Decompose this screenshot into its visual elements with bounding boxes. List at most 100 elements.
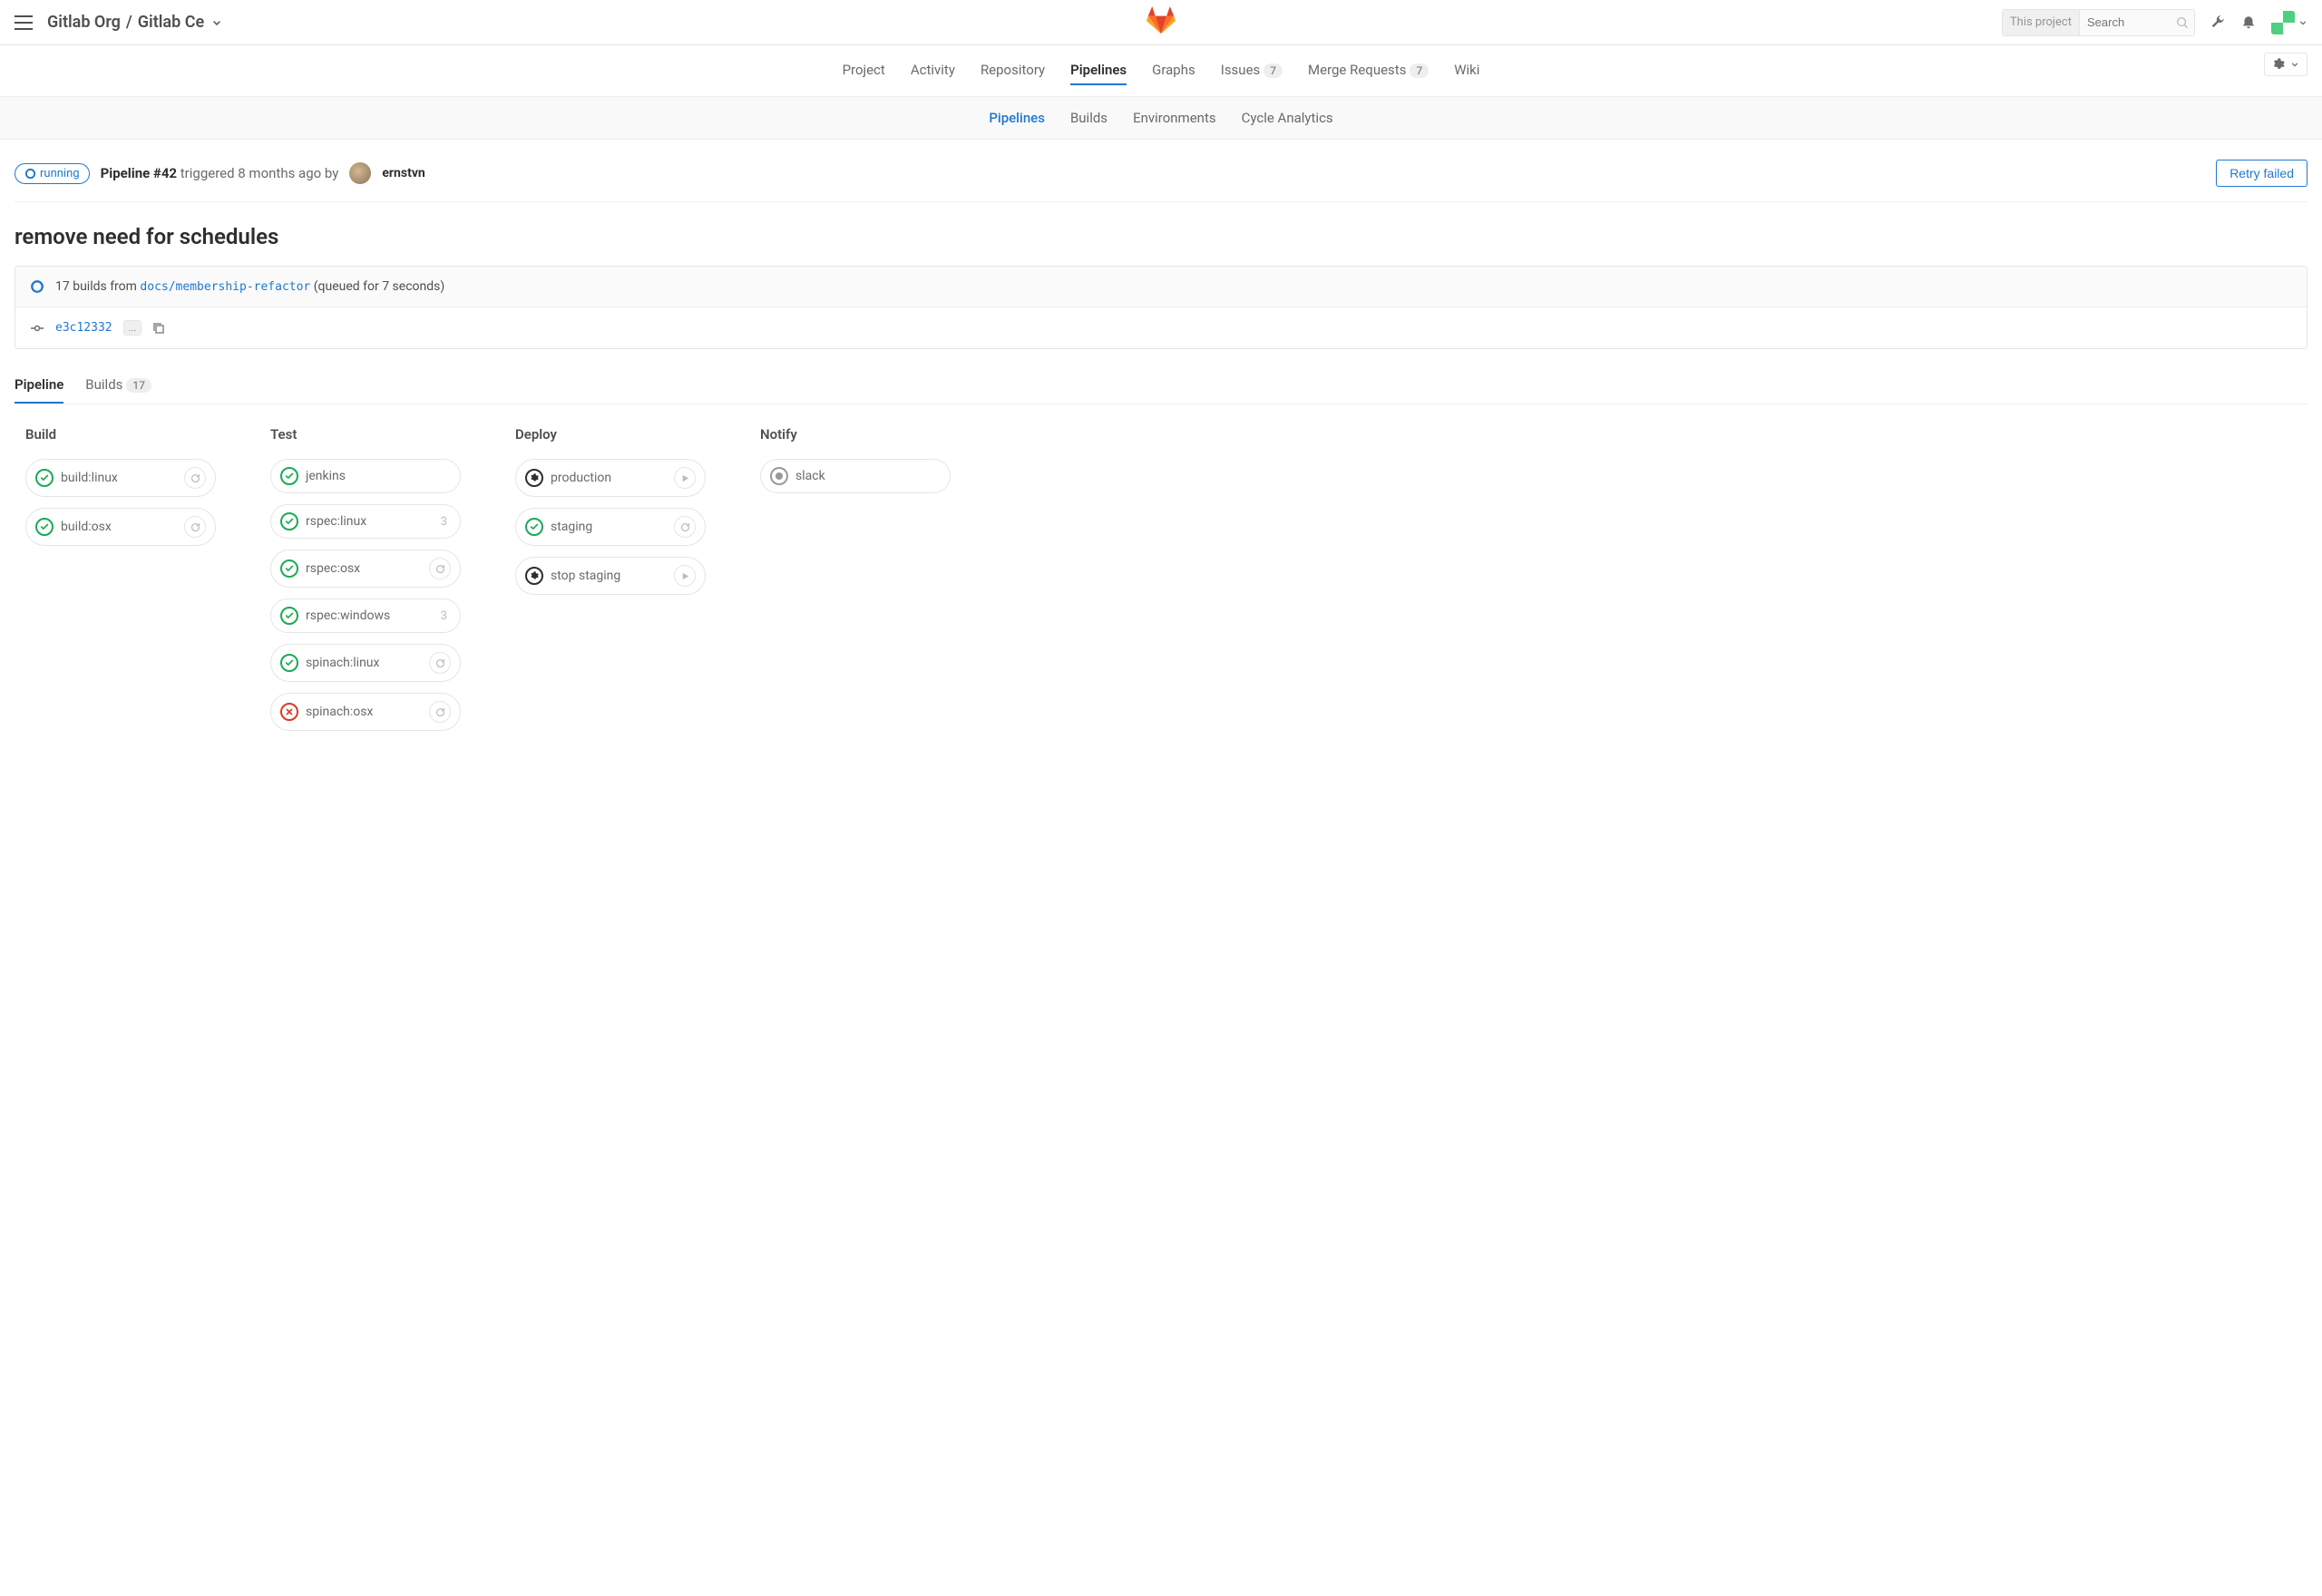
job-name: spinach:linux: [306, 656, 422, 670]
pipeline-job[interactable]: stop staging: [515, 557, 706, 595]
retry-job-button[interactable]: [429, 558, 451, 579]
pipeline-job[interactable]: rspec:windows 3: [270, 598, 461, 633]
play-job-button[interactable]: [674, 565, 696, 587]
job-name: staging: [551, 520, 667, 534]
user-menu[interactable]: [2271, 11, 2307, 34]
triggerer-name[interactable]: ernstvn: [382, 166, 424, 180]
ellipsis-badge[interactable]: ...: [123, 320, 142, 336]
nav-project[interactable]: Project: [843, 56, 885, 85]
nav-repository[interactable]: Repository: [981, 56, 1045, 85]
search-box[interactable]: This project: [2002, 9, 2195, 36]
issues-count-badge: 7: [1263, 63, 1283, 78]
nav-wiki[interactable]: Wiki: [1454, 56, 1479, 85]
subnav-builds[interactable]: Builds: [1070, 110, 1107, 126]
gitlab-logo[interactable]: [1146, 6, 1176, 39]
pipeline-job[interactable]: staging: [515, 508, 706, 546]
pipeline-job[interactable]: jenkins: [270, 459, 461, 493]
manual-status-icon: [525, 567, 543, 585]
breadcrumb-org: Gitlab Org: [47, 13, 121, 32]
pipeline-view-tabs: Pipeline Builds17: [15, 367, 2307, 404]
tab-pipeline[interactable]: Pipeline: [15, 367, 63, 404]
tab-builds[interactable]: Builds17: [85, 367, 151, 404]
search-icon: [2176, 16, 2189, 29]
breadcrumb-project: Gitlab Ce: [138, 13, 204, 32]
project-settings-dropdown[interactable]: [2264, 53, 2307, 76]
success-status-icon: [35, 518, 54, 536]
success-status-icon: [280, 467, 298, 485]
notifications-bell-icon[interactable]: [2240, 15, 2257, 31]
retry-job-button[interactable]: [184, 516, 206, 538]
nav-graphs[interactable]: Graphs: [1152, 56, 1195, 85]
builds-count-badge: 17: [126, 378, 151, 393]
success-status-icon: [280, 654, 298, 672]
breadcrumb[interactable]: Gitlab Org / Gitlab Ce: [47, 13, 222, 32]
job-name: rspec:linux: [306, 514, 434, 529]
stage-column: Test jenkins rspec:linux 3 rspec:osx rspec:wi…: [270, 426, 461, 742]
pipeline-graph: Build build:linux build:osx Test jenkins rspe…: [15, 404, 2307, 764]
project-nav: Project Activity Repository Pipelines Gr…: [0, 45, 2322, 96]
retry-job-button[interactable]: [184, 467, 206, 489]
topbar: Gitlab Org / Gitlab Ce This project: [0, 0, 2322, 45]
stage-name: Deploy: [515, 426, 706, 443]
admin-wrench-icon[interactable]: [2210, 15, 2226, 31]
search-input[interactable]: [2080, 15, 2171, 29]
success-status-icon: [35, 469, 54, 487]
retry-job-button[interactable]: [429, 652, 451, 674]
pipeline-info-box: 17 builds from docs/membership-refactor …: [15, 266, 2307, 349]
job-group-count: 3: [441, 609, 447, 623]
chevron-down-icon: [2290, 60, 2299, 69]
job-name: jenkins: [306, 469, 451, 483]
skipped-status-icon: [770, 467, 788, 485]
job-name: spinach:osx: [306, 705, 422, 719]
pipeline-job[interactable]: rspec:linux 3: [270, 504, 461, 539]
nav-issues[interactable]: Issues7: [1221, 56, 1283, 85]
pipeline-header: running Pipeline #42 triggered 8 months …: [15, 154, 2307, 202]
pipeline-job[interactable]: slack: [760, 459, 951, 493]
pipeline-job[interactable]: build:linux: [25, 459, 216, 497]
job-group-count: 3: [441, 515, 447, 529]
pipeline-job[interactable]: build:osx: [25, 508, 216, 546]
hamburger-icon[interactable]: [15, 15, 33, 30]
chevron-down-icon: [211, 17, 222, 28]
play-job-button[interactable]: [674, 467, 696, 489]
stage-column: Build build:linux build:osx: [25, 426, 216, 557]
copy-icon[interactable]: [152, 322, 165, 335]
pipeline-status-badge: running: [15, 163, 90, 184]
triggerer-avatar[interactable]: [349, 162, 371, 184]
stage-name: Test: [270, 426, 461, 443]
success-status-icon: [280, 560, 298, 578]
pipeline-job[interactable]: production: [515, 459, 706, 497]
pipelines-subnav: Pipelines Builds Environments Cycle Anal…: [0, 96, 2322, 140]
pipeline-job[interactable]: spinach:osx: [270, 693, 461, 731]
subnav-environments[interactable]: Environments: [1133, 110, 1216, 126]
success-status-icon: [525, 518, 543, 536]
job-name: stop staging: [551, 569, 667, 583]
nav-pipelines[interactable]: Pipelines: [1070, 56, 1127, 85]
success-status-icon: [280, 607, 298, 625]
job-name: build:linux: [61, 471, 177, 485]
builds-count-text: 17 builds from docs/membership-refactor …: [55, 279, 444, 294]
running-icon: [24, 168, 36, 180]
stage-name: Build: [25, 426, 216, 443]
manual-status-icon: [525, 469, 543, 487]
job-name: rspec:windows: [306, 608, 434, 623]
retry-failed-button[interactable]: Retry failed: [2216, 160, 2307, 187]
nav-activity[interactable]: Activity: [911, 56, 955, 85]
gear-icon: [2272, 58, 2285, 71]
stage-column: Deploy production staging stop staging: [515, 426, 706, 606]
job-name: rspec:osx: [306, 561, 422, 576]
pipeline-job[interactable]: rspec:osx: [270, 550, 461, 588]
success-status-icon: [280, 512, 298, 530]
job-name: slack: [795, 469, 941, 483]
nav-merge-requests[interactable]: Merge Requests7: [1308, 56, 1429, 85]
commit-icon: [30, 321, 44, 336]
avatar: [2271, 11, 2295, 34]
pipeline-job[interactable]: spinach:linux: [270, 644, 461, 682]
pipeline-meta: Pipeline #42 triggered 8 months ago by: [101, 165, 339, 181]
commit-sha-link[interactable]: e3c12332: [55, 321, 112, 335]
retry-job-button[interactable]: [429, 701, 451, 723]
subnav-pipelines[interactable]: Pipelines: [989, 110, 1045, 126]
retry-job-button[interactable]: [674, 516, 696, 538]
branch-link[interactable]: docs/membership-refactor: [140, 280, 310, 294]
subnav-cycle-analytics[interactable]: Cycle Analytics: [1242, 110, 1333, 126]
